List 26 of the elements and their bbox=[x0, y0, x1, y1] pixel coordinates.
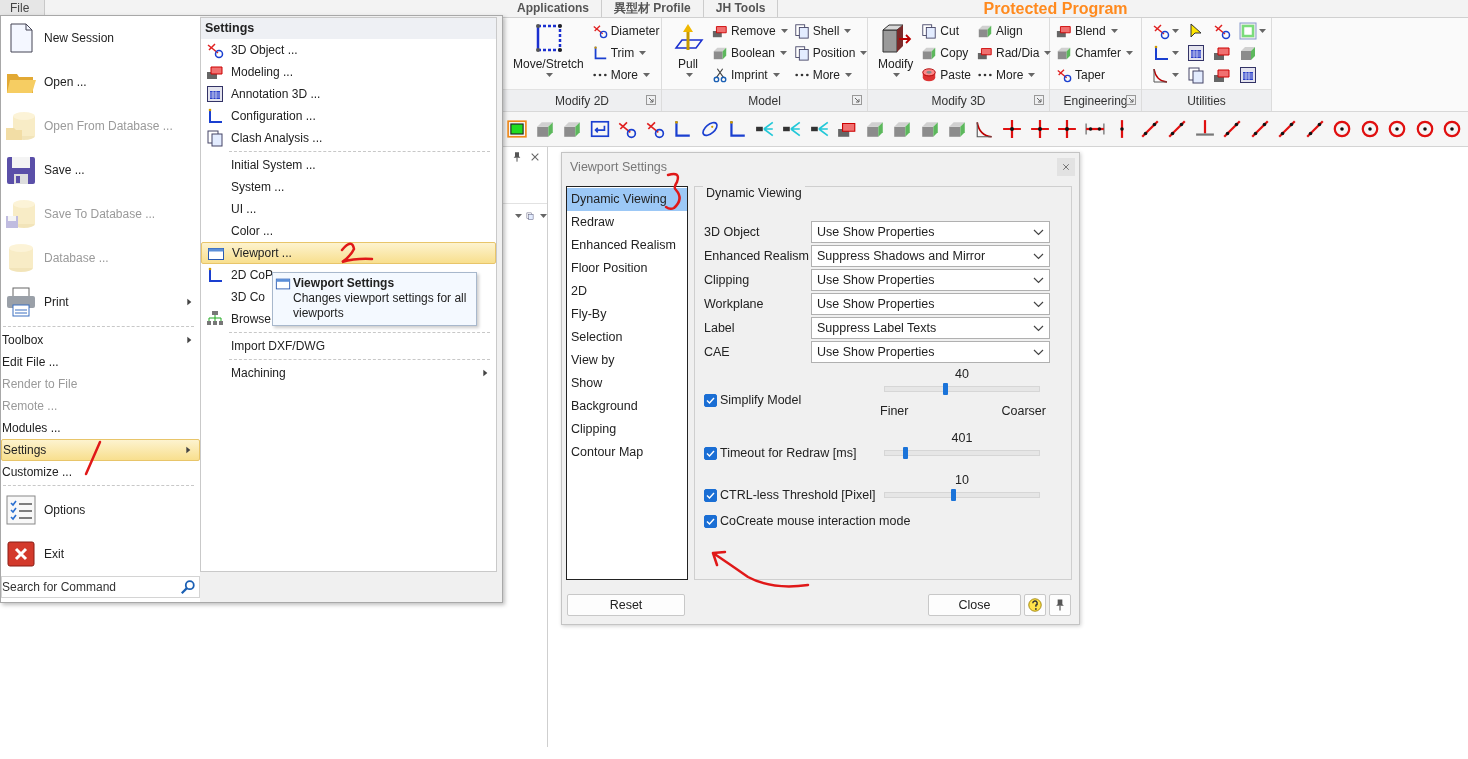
option-label: Simplify Model bbox=[720, 393, 802, 407]
group-label: Utilities bbox=[1142, 89, 1271, 111]
group-title: Dynamic Viewing bbox=[703, 186, 805, 200]
option-label: Timeout for Redraw [ms] bbox=[720, 446, 857, 460]
field-label: CAE bbox=[704, 345, 731, 359]
field-label: Workplane bbox=[704, 297, 765, 311]
slider-value: 401 bbox=[950, 430, 974, 446]
group-label: Modify 2D bbox=[503, 89, 661, 111]
slider-value: 10 bbox=[954, 472, 970, 488]
slider-value: 40 bbox=[954, 366, 970, 382]
option-label: CTRL-less Threshold [Pixel] bbox=[720, 488, 876, 502]
field-label: Clipping bbox=[704, 273, 751, 287]
tooltip-title: Viewport Settings bbox=[293, 275, 396, 291]
field-label: 3D Object bbox=[704, 225, 761, 239]
tooltip-text: Changes viewport settings for all viewports bbox=[293, 291, 468, 321]
banner-title: Protected Program bbox=[983, 0, 1128, 17]
field-label: Enhanced Realism bbox=[704, 249, 810, 263]
dialog-title: Viewport Settings bbox=[570, 160, 668, 174]
option-label: CoCreate mouse interaction mode bbox=[720, 514, 911, 528]
field-label: Label bbox=[704, 321, 736, 335]
slider-max-label: Coarser bbox=[1001, 404, 1046, 418]
group-label: Engineering bbox=[1050, 89, 1141, 111]
group-label: Modify 3D bbox=[868, 89, 1049, 111]
menu-header: Settings bbox=[201, 18, 496, 39]
slider-min-label: Finer bbox=[880, 404, 909, 418]
group-label: Model bbox=[662, 89, 867, 111]
